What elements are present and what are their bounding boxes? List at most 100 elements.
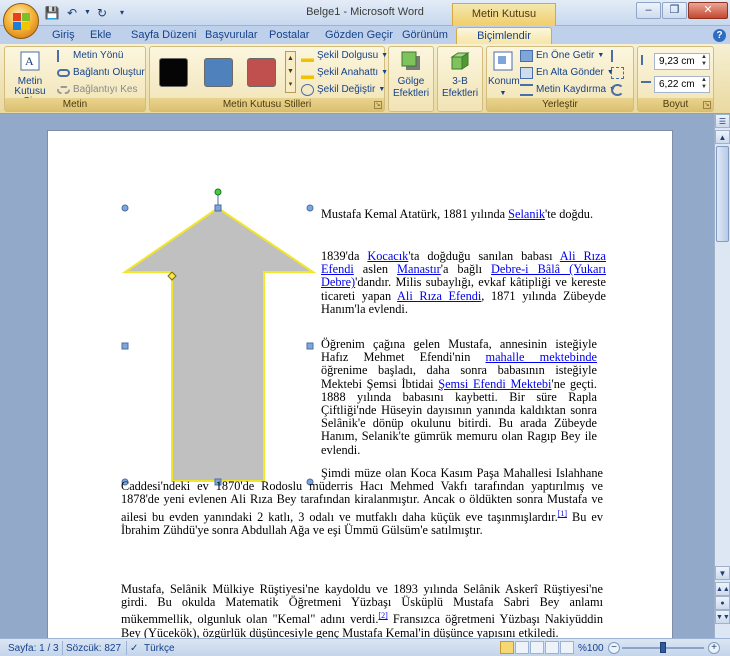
up-arrow-shape[interactable] <box>121 206 317 482</box>
previous-page-icon[interactable]: ▲▲ <box>715 582 730 596</box>
paragraph-4: Şimdi müze olan Koca Kasım Paşa Mahalles… <box>121 466 603 537</box>
group-label-arrange: Yerleştir <box>487 98 633 111</box>
tab-bicimlendir[interactable]: Biçimlendir <box>456 27 552 44</box>
page-count[interactable]: Sayfa: 1 / 3 <box>8 642 59 655</box>
svg-text:A: A <box>25 54 34 68</box>
restore-button[interactable]: ❐ <box>662 2 687 19</box>
scroll-down-icon[interactable]: ▼ <box>715 566 730 580</box>
position-button[interactable]: Konum ▼ <box>488 50 520 99</box>
width-spinner-icon[interactable]: ▲ ▼ <box>699 77 709 92</box>
link-kocacik[interactable]: Kocacık <box>367 249 408 263</box>
zoom-out-icon[interactable]: − <box>608 642 620 654</box>
rotate-handle[interactable] <box>214 188 222 196</box>
text-direction-label: Metin Yönü <box>73 50 124 61</box>
shape-height-input[interactable]: 9,23 cm ▲ ▼ <box>654 53 710 70</box>
shapes-icon <box>301 84 314 96</box>
shape-width-icon <box>641 81 651 87</box>
tab-sayfa-duzeni[interactable]: Sayfa Düzeni <box>127 27 200 44</box>
window-controls: – ❐ ✕ <box>636 2 728 19</box>
shape-width-input[interactable]: 6,22 cm ▲ ▼ <box>654 76 710 93</box>
break-link-icon <box>57 86 70 94</box>
p2-text-3: aslen <box>353 262 398 277</box>
shape-outline-button[interactable]: Şekil Anahattı ▼ <box>301 66 388 80</box>
proofing-icon[interactable]: ✓ <box>130 642 140 655</box>
ribbon-tabs: Giriş Ekle Sayfa Düzeni Başvurular Posta… <box>0 26 730 44</box>
send-to-back-button[interactable]: En Alta Gönder ▼ <box>520 66 614 80</box>
text-direction-button[interactable]: Metin Yönü <box>57 49 123 63</box>
text-direction-icon <box>57 50 70 62</box>
print-layout-view-icon[interactable] <box>500 641 514 654</box>
zoom-slider-knob[interactable] <box>660 642 666 653</box>
resize-handle-right[interactable] <box>306 342 314 350</box>
full-screen-reading-view-icon[interactable] <box>515 641 529 654</box>
group-objects-button[interactable] <box>611 66 624 80</box>
bring-to-front-button[interactable]: En Öne Getir ▼ <box>520 49 604 63</box>
help-icon[interactable]: ? <box>713 29 726 42</box>
styles-gallery-scroll[interactable]: ▲ ▼ ▾ <box>285 51 296 93</box>
link-manastir[interactable]: Manastır <box>397 262 441 276</box>
break-link-button[interactable]: Bağlantıyı Kes <box>57 83 137 97</box>
scroll-up-icon[interactable]: ▲ <box>715 130 730 144</box>
resize-handle-top-left[interactable] <box>121 204 129 212</box>
change-shape-button[interactable]: Şekil Değiştir ▼ <box>301 83 385 97</box>
shape-outline-label: Şekil Anahattı <box>317 67 379 78</box>
tab-gorunum[interactable]: Görünüm <box>398 27 452 44</box>
document-page[interactable]: Mustafa Kemal Atatürk, 1881 yılında Sela… <box>47 130 673 640</box>
style-swatch-red[interactable] <box>247 58 276 87</box>
title-bar: 💾 ↶ ▼ ↻ ▾ Belge1 - Microsoft Word Metin … <box>0 0 730 40</box>
language[interactable]: Türkçe <box>144 642 175 655</box>
size-dialog-launcher-icon[interactable]: ↘ <box>703 101 711 109</box>
vertical-scrollbar[interactable]: ☰ ▲ ▼ ▲▲ ● ▼▼ <box>714 114 730 638</box>
align-button[interactable] <box>611 49 624 63</box>
zoom-level[interactable]: %100 <box>578 642 604 655</box>
create-link-button[interactable]: Bağlantı Oluştur <box>57 66 145 80</box>
browse-object-icon[interactable]: ● <box>715 596 730 610</box>
group-icon <box>611 67 624 79</box>
zoom-in-icon[interactable]: + <box>708 642 720 654</box>
tab-gozden-gecir[interactable]: Gözden Geçir <box>321 27 397 44</box>
styles-dialog-launcher-icon[interactable]: ↘ <box>374 101 382 109</box>
tab-postalar[interactable]: Postalar <box>265 27 313 44</box>
tab-ekle[interactable]: Ekle <box>86 27 115 44</box>
link-icon <box>57 69 70 77</box>
footnote-ref-2[interactable]: [2] <box>378 611 387 620</box>
shadow-effects-button[interactable]: Gölge Efektleri <box>391 50 431 99</box>
office-button[interactable] <box>3 3 39 39</box>
group-textbox-styles: ▲ ▼ ▾ Şekil Dolgusu ▼ Şekil Anahattı ▼ Şek… <box>149 46 388 112</box>
ribbon: A Metin Kutusu Çiz Metin Yönü Bağlantı O… <box>0 44 730 114</box>
resize-handle-left[interactable] <box>121 342 129 350</box>
link-ali-riza-efendi-2[interactable]: Ali Rıza Efendi <box>397 289 481 303</box>
shape-fill-button[interactable]: Şekil Dolgusu ▼ <box>301 49 388 63</box>
outline-view-icon[interactable] <box>545 641 559 654</box>
ruler-toggle-icon[interactable]: ☰ <box>715 114 730 128</box>
style-swatch-black[interactable] <box>159 58 188 87</box>
resize-handle-top-right[interactable] <box>306 204 314 212</box>
link-mahalle-mektebi[interactable]: mahalle mektebinde <box>486 350 597 364</box>
minimize-button[interactable]: – <box>636 2 661 19</box>
scroll-thumb[interactable] <box>716 146 729 242</box>
next-page-icon[interactable]: ▼▼ <box>715 610 730 624</box>
footnote-ref-1[interactable]: [1] <box>558 509 567 518</box>
change-shape-label: Şekil Değiştir <box>317 84 376 95</box>
3d-effects-label: 3-B <box>452 76 468 87</box>
paragraph-3: Öğrenim çağına gelen Mustafa, annesinin … <box>321 337 597 457</box>
draft-view-icon[interactable] <box>560 641 574 654</box>
height-spinner-icon[interactable]: ▲ ▼ <box>699 54 709 69</box>
rotate-button[interactable] <box>611 83 624 97</box>
p1-text-2: 'te doğdu. <box>545 207 594 221</box>
link-selanik[interactable]: Selanik <box>508 207 545 221</box>
tab-giris[interactable]: Giriş <box>48 27 79 44</box>
send-to-back-label: En Alta Gönder <box>536 67 604 78</box>
create-link-label: Bağlantı Oluştur <box>73 67 145 78</box>
shadow-icon <box>401 51 420 70</box>
style-swatch-blue[interactable] <box>204 58 233 87</box>
resize-handle-top[interactable] <box>214 204 222 212</box>
text-wrap-button[interactable]: Metin Kaydırma ▼ <box>520 83 616 97</box>
3d-effects-button[interactable]: 3-B Efektleri <box>440 50 480 99</box>
web-layout-view-icon[interactable] <box>530 641 544 654</box>
link-semsi-efendi[interactable]: Şemsi Efendi Mektebi <box>438 377 551 391</box>
group-metin: A Metin Kutusu Çiz Metin Yönü Bağlantı O… <box>4 46 146 112</box>
close-button[interactable]: ✕ <box>688 2 728 19</box>
tab-basvurular[interactable]: Başvurular <box>201 27 262 44</box>
word-count[interactable]: Sözcük: 827 <box>66 642 121 655</box>
